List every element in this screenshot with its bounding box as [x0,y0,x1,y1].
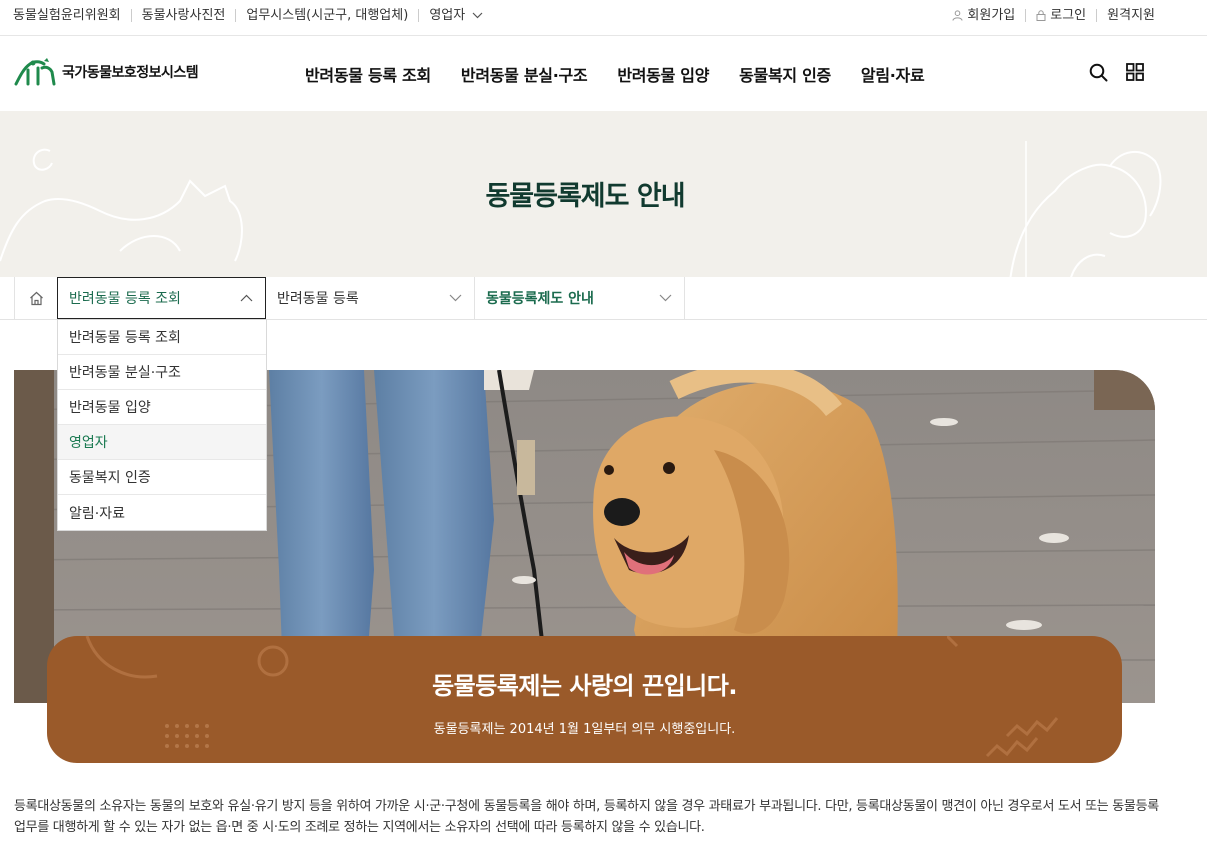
link-business-operator[interactable]: 영업자 [418,7,493,23]
dropdown-option-notices[interactable]: 알림·자료 [58,495,266,530]
page-title: 동물등록제도 안내 [485,181,685,212]
utility-bar: 동물실험윤리위원회 동물사랑사진전 업무시스템(시군구, 대행업체) 영업자 회… [0,0,1207,36]
link-animal-ethics[interactable]: 동물실험윤리위원회 [13,9,131,22]
site-header: 국가동물보호정보시스템 반려동물 등록 조회 반려동물 분실·구조 반려동물 입… [0,36,1207,111]
dropdown-option-adoption[interactable]: 반려동물 입양 [58,390,266,425]
page-visual: 동물등록제도 안내 [0,111,1207,277]
logo-text: 국가동물보호정보시스템 [62,65,199,81]
person-icon [952,9,963,21]
lock-icon [1036,9,1046,21]
business-operator-label: 영업자 [429,7,466,23]
chevron-up-icon [240,294,253,302]
nav-notices[interactable]: 알림·자료 [846,62,939,86]
dropdown-option-registration-lookup[interactable]: 반려동물 등록 조회 [58,320,266,355]
home-icon [29,291,43,305]
logo-mark-icon [14,58,56,86]
dropdown-option-welfare-certification[interactable]: 동물복지 인증 [58,460,266,495]
banner-subtext: 동물등록제는 2014년 1월 1일부터 의무 시행중입니다. [433,722,736,737]
breadcrumb-select-level1[interactable]: 반려동물 등록 조회 [57,277,266,319]
banner-headline: 동물등록제는 사랑의 끈입니다. [432,672,737,700]
breadcrumb-level1-label: 반려동물 등록 조회 [69,291,181,307]
nav-adoption[interactable]: 반려동물 입양 [602,62,724,86]
intro-paragraph: 등록대상동물의 소유자는 동물의 보호와 유실·유기 방지 등을 위하여 가까운… [14,799,1159,835]
breadcrumb: 반려동물 등록 조회 반려동물 등록 동물등록제도 안내 [0,277,1207,320]
link-work-system[interactable]: 업무시스템(시군구, 대행업체) [235,8,418,22]
chevron-down-icon [659,294,672,302]
dropdown-option-lost-rescue[interactable]: 반려동물 분실·구조 [58,355,266,390]
sitemap-grid-icon[interactable] [1126,63,1144,81]
nav-registration-lookup[interactable]: 반려동물 등록 조회 [290,62,446,86]
main-navigation: 반려동물 등록 조회 반려동물 분실·구조 반려동물 입양 동물복지 인증 알림… [290,36,939,111]
signup-link[interactable]: 회원가입 [942,9,1025,22]
breadcrumb-select-level3[interactable]: 동물등록제도 안내 [475,277,685,319]
header-tools [1089,63,1144,82]
nav-lost-rescue[interactable]: 반려동물 분실·구조 [446,62,602,86]
breadcrumb-level3-label: 동물등록제도 안내 [486,291,594,307]
dropdown-option-business-operator[interactable]: 영업자 [58,425,266,460]
account-links: 회원가입 로그인 원격지원 [942,0,1155,30]
login-label: 로그인 [1050,7,1087,23]
remote-support-link[interactable]: 원격지원 [1096,8,1155,22]
login-link[interactable]: 로그인 [1025,7,1096,23]
signup-label: 회원가입 [967,7,1016,23]
breadcrumb-level2-label: 반려동물 등록 [277,291,359,307]
search-icon[interactable] [1089,63,1108,82]
breadcrumb-dropdown-menu: 반려동물 등록 조회 반려동물 분실·구조 반려동물 입양 영업자 동물복지 인… [57,319,267,531]
link-photo-contest[interactable]: 동물사랑사진전 [130,8,236,22]
site-logo[interactable]: 국가동물보호정보시스템 [14,58,199,86]
nav-welfare-certification[interactable]: 동물복지 인증 [724,62,846,86]
utility-links: 동물실험윤리위원회 동물사랑사진전 업무시스템(시군구, 대행업체) 영업자 [13,0,493,30]
chevron-down-icon [449,294,462,302]
breadcrumb-select-level2[interactable]: 반려동물 등록 [266,277,475,319]
chevron-down-icon [472,12,483,18]
breadcrumb-home[interactable] [14,277,57,319]
banner-card: 동물등록제는 사랑의 끈입니다. 동물등록제는 2014년 1월 1일부터 의무… [47,636,1122,763]
